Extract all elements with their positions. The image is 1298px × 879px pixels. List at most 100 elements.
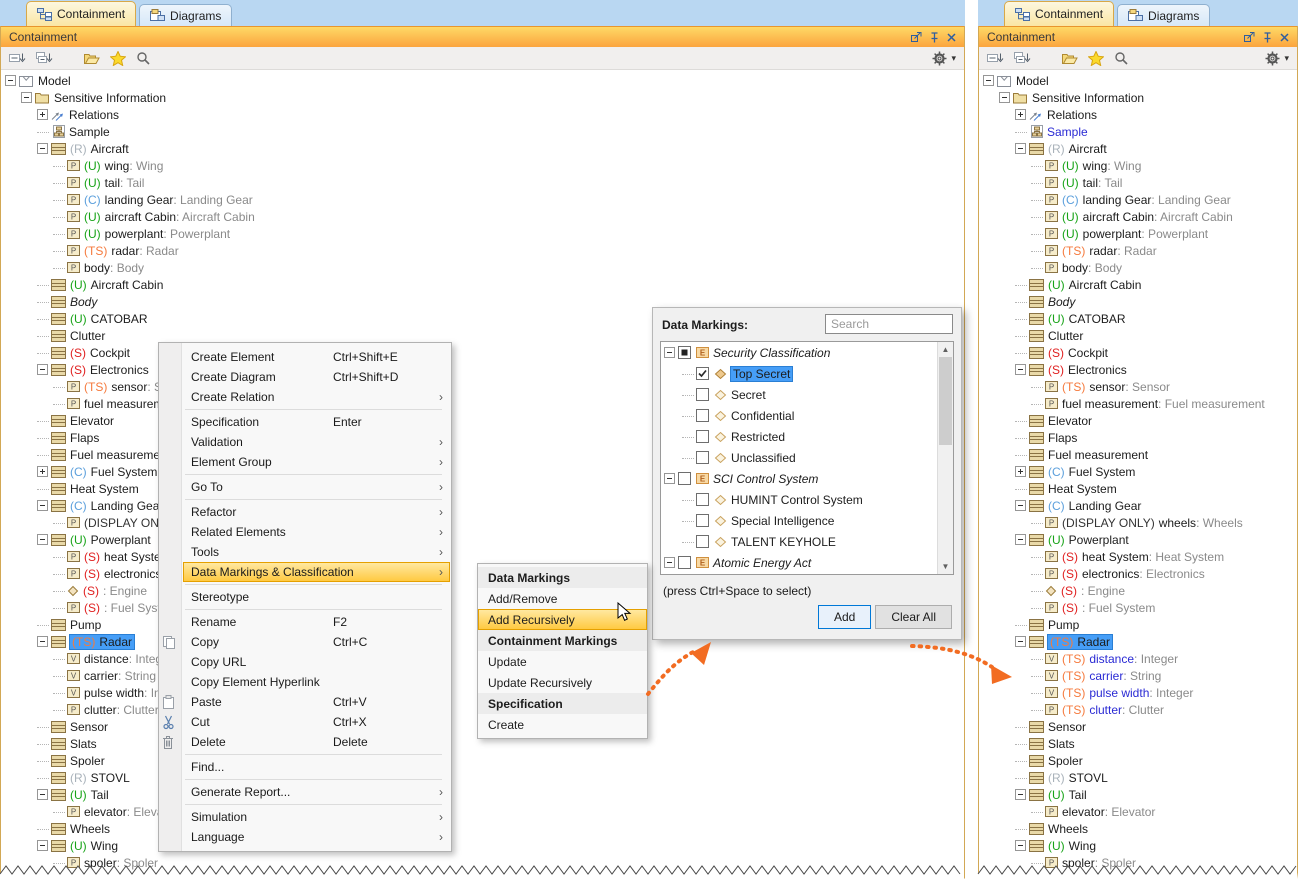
menu-item-refactor[interactable]: Refactor› [183, 502, 450, 522]
collapse-icon[interactable] [1015, 364, 1026, 375]
expand-icon[interactable] [1015, 109, 1026, 120]
quick-search-icon[interactable] [136, 51, 150, 65]
checkbox-emp[interactable] [678, 472, 691, 485]
collapse-icon[interactable] [37, 143, 48, 154]
tree-item-model[interactable]: Model [1, 72, 964, 89]
tree-item-flaps[interactable]: Pflaps : Flaps [979, 871, 1297, 879]
tree-item-sensor[interactable]: P(TS)sensor : Sensor [979, 378, 1297, 395]
options-gear-icon[interactable] [932, 51, 947, 66]
menu-item-specification[interactable]: SpecificationEnter [183, 412, 450, 432]
tree-item-flaps[interactable]: Pflaps : Flaps [1, 871, 964, 879]
checkbox-emp[interactable] [696, 451, 709, 464]
menu-item-simulation[interactable]: Simulation› [183, 807, 450, 827]
tree-item-fuel-system[interactable]: P(S) : Fuel System [979, 599, 1297, 616]
tree-item-landing-gear[interactable]: P(C)landing Gear : Landing Gear [1, 191, 964, 208]
menu-item-find[interactable]: Find... [183, 757, 450, 777]
tree-item-powerplant[interactable]: (U)Powerplant [979, 531, 1297, 548]
marking-row-unclassified[interactable]: Unclassified [661, 447, 953, 468]
menu-item-validation[interactable]: Validation› [183, 432, 450, 452]
menu-item-rename[interactable]: RenameF2 [183, 612, 450, 632]
collapse-icon[interactable] [1015, 789, 1026, 800]
collapse-icon[interactable] [1015, 636, 1026, 647]
tree-item-radar[interactable]: P(TS)radar : Radar [979, 242, 1297, 259]
collapse-icon[interactable] [983, 75, 994, 86]
tree-item-pulse-width[interactable]: V(TS)pulse width : Integer [979, 684, 1297, 701]
collapse-recursively-icon[interactable] [1014, 52, 1031, 65]
tree-item-fuel-measurement[interactable]: Pfuel measurement : Fuel measurement [979, 395, 1297, 412]
menu-item-go-to[interactable]: Go To› [183, 477, 450, 497]
tree-item-elevator[interactable]: Elevator [979, 412, 1297, 429]
tree-item-catobar[interactable]: (U)CATOBAR [979, 310, 1297, 327]
tree-item-sample[interactable]: Sample [979, 123, 1297, 140]
tree-item-electronics[interactable]: P(S)electronics : Electronics [979, 565, 1297, 582]
float-window-icon[interactable] [911, 32, 922, 43]
favorites-star-icon[interactable] [1088, 51, 1104, 66]
tree-item-wheels[interactable]: P(DISPLAY ONLY)wheels : Wheels [979, 514, 1297, 531]
menu-item-copy-url[interactable]: Copy URL [183, 652, 450, 672]
tree-item-flaps[interactable]: Flaps [979, 429, 1297, 446]
tree-item-fuel-system[interactable]: (C)Fuel System [979, 463, 1297, 480]
scroll-up-icon[interactable]: ▲ [938, 342, 953, 357]
marking-row-sci-control-system[interactable]: ESCI Control System [661, 468, 953, 489]
tree-item-stovl[interactable]: (R)STOVL [1, 769, 964, 786]
checkbox-emp[interactable] [696, 514, 709, 527]
tree-item-spoler[interactable]: Pspoler : Spoler [1, 854, 964, 871]
checkbox-emp[interactable] [696, 493, 709, 506]
menu-item-stereotype[interactable]: Stereotype [183, 587, 450, 607]
tree-item-clutter[interactable]: P(TS)clutter : Clutter [979, 701, 1297, 718]
dropdown-caret-icon[interactable]: ▾ [951, 53, 956, 64]
marking-row-humint-control-system[interactable]: HUMINT Control System [661, 489, 953, 510]
submenu-item-update[interactable]: Update [478, 651, 647, 672]
collapse-icon[interactable] [37, 636, 48, 647]
clear-all-button[interactable]: Clear All [875, 605, 952, 629]
collapse-icon[interactable] [5, 75, 16, 86]
tree-item-relations[interactable]: Relations [979, 106, 1297, 123]
collapse-icon[interactable] [37, 840, 48, 851]
open-diagram-icon[interactable] [83, 52, 100, 65]
tree-item-tail[interactable]: P(U)tail : Tail [1, 174, 964, 191]
menu-item-create-relation[interactable]: Create Relation› [183, 387, 450, 407]
tree-item-wheels[interactable]: Wheels [1, 820, 964, 837]
tree-item-spoler[interactable]: Spoler [1, 752, 964, 769]
tree-item-wheels[interactable]: Wheels [979, 820, 1297, 837]
tree-item-wing[interactable]: P(U)wing : Wing [1, 157, 964, 174]
marking-row-secret[interactable]: Secret [661, 384, 953, 405]
collapse-icon[interactable] [1015, 500, 1026, 511]
pin-icon[interactable] [1263, 32, 1272, 43]
tree-item-powerplant[interactable]: P(U)powerplant : Powerplant [1, 225, 964, 242]
tree-item-tail[interactable]: P(U)tail : Tail [979, 174, 1297, 191]
tree-item-fuel-measurement[interactable]: Fuel measurement [979, 446, 1297, 463]
tree-item-tail[interactable]: (U)Tail [979, 786, 1297, 803]
submenu-item-add-remove[interactable]: Add/Remove [478, 588, 647, 609]
menu-item-tools[interactable]: Tools› [183, 542, 450, 562]
collapse-icon[interactable] [37, 500, 48, 511]
tree-item-aircraft[interactable]: (R)Aircraft [1, 140, 964, 157]
tree-item-wing[interactable]: (U)Wing [979, 837, 1297, 854]
submenu-item-add-recursively[interactable]: Add Recursively [478, 609, 647, 630]
tree-item-cockpit[interactable]: (S)Cockpit [979, 344, 1297, 361]
tree-item-model[interactable]: Model [979, 72, 1297, 89]
collapse-icon[interactable] [1015, 534, 1026, 545]
collapse-icon[interactable] [37, 364, 48, 375]
marking-row-talent-keyhole[interactable]: TALENT KEYHOLE [661, 531, 953, 552]
expand-icon[interactable] [37, 466, 48, 477]
tree-item-heat-system[interactable]: Heat System [979, 480, 1297, 497]
collapse-icon[interactable] [1015, 840, 1026, 851]
tree-item-powerplant[interactable]: P(U)powerplant : Powerplant [979, 225, 1297, 242]
menu-item-element-group[interactable]: Element Group› [183, 452, 450, 472]
collapse-icon[interactable] [21, 92, 32, 103]
tree-item-sensor[interactable]: Sensor [979, 718, 1297, 735]
tree-item-sensitive-information[interactable]: Sensitive Information [979, 89, 1297, 106]
marking-row-security-classification[interactable]: ESecurity Classification [661, 342, 953, 363]
close-icon[interactable] [1280, 33, 1289, 42]
marking-row-restricted[interactable]: Restricted [661, 426, 953, 447]
expand-icon[interactable] [1015, 466, 1026, 477]
menu-item-delete[interactable]: DeleteDelete [183, 732, 450, 752]
add-button[interactable]: Add [818, 605, 871, 629]
tree-item-elevator[interactable]: Pelevator : Elevator [1, 803, 964, 820]
menu-item-related-elements[interactable]: Related Elements› [183, 522, 450, 542]
tree-item-wing[interactable]: P(U)wing : Wing [979, 157, 1297, 174]
scrollbar[interactable]: ▲ ▼ [937, 342, 953, 574]
collapse-icon[interactable] [999, 92, 1010, 103]
tab-diagrams[interactable]: Diagrams [1117, 4, 1210, 26]
